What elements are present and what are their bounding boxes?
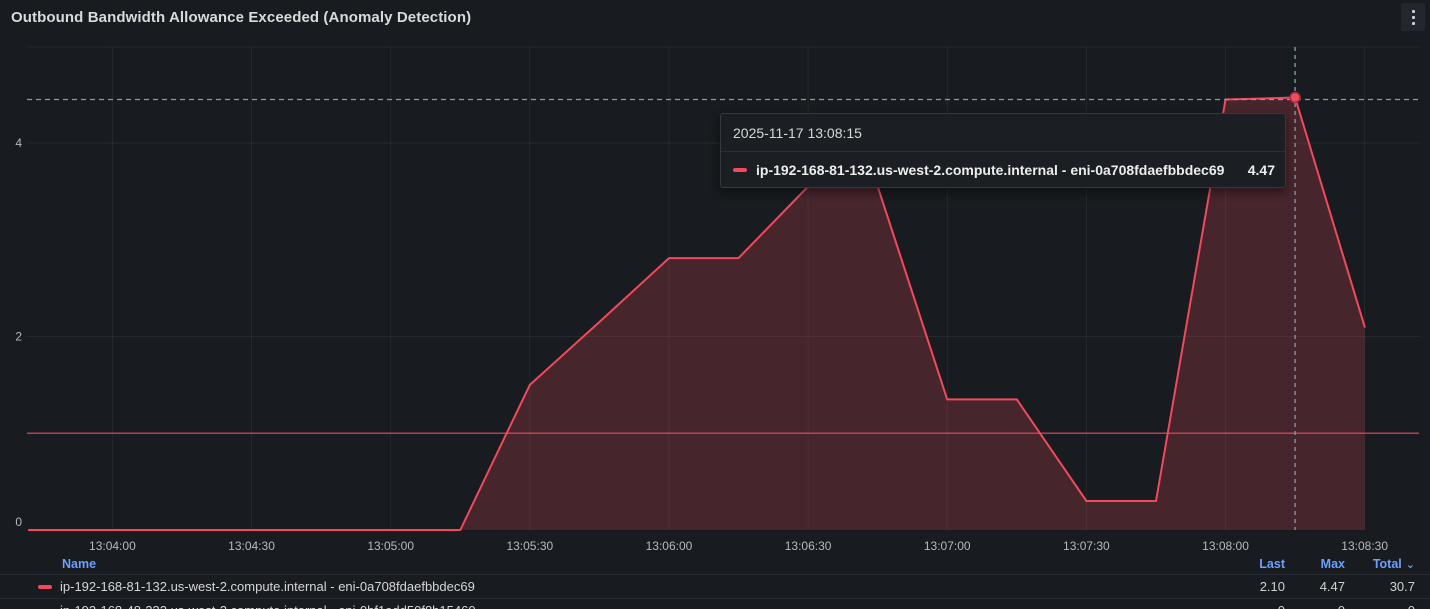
- legend-series-name-cell: ip-192-168-81-132.us-west-2.compute.inte…: [0, 579, 1225, 594]
- panel-header: Outbound Bandwidth Allowance Exceeded (A…: [0, 0, 1430, 34]
- kebab-menu-icon: [1412, 10, 1415, 13]
- svg-text:13:05:00: 13:05:00: [367, 539, 414, 553]
- legend-series-label[interactable]: ip-192-168-81-132.us-west-2.compute.inte…: [60, 579, 475, 594]
- hover-point-marker: [1290, 93, 1300, 103]
- legend-row: ip-192-168-81-132.us-west-2.compute.inte…: [0, 574, 1430, 598]
- legend-column-name[interactable]: Name: [0, 557, 1225, 571]
- legend-header-row: Name Last Max Total ⌄: [0, 553, 1430, 574]
- tooltip-timestamp: 2025-11-17 13:08:15: [721, 114, 1285, 152]
- svg-text:0: 0: [15, 515, 22, 529]
- legend-table: Name Last Max Total ⌄ ip-192-168-81-132.u…: [0, 553, 1430, 609]
- timeseries-chart[interactable]: 13:04:00 13:04:30 13:05:00 13:05:30 13:06:00…: [0, 0, 1430, 609]
- svg-text:13:04:00: 13:04:00: [89, 539, 136, 553]
- legend-max-value: 4.47: [1285, 579, 1345, 594]
- legend-total-value: 30.7: [1345, 579, 1415, 594]
- kebab-menu-icon: [1412, 16, 1415, 19]
- tooltip-series-label: ip-192-168-81-132.us-west-2.compute.inte…: [756, 162, 1224, 178]
- svg-text:13:07:00: 13:07:00: [924, 539, 971, 553]
- legend-last-value: 0: [1225, 603, 1285, 609]
- svg-text:2: 2: [15, 330, 22, 344]
- kebab-menu-icon: [1412, 22, 1415, 25]
- grafana-panel: Outbound Bandwidth Allowance Exceeded (A…: [0, 0, 1430, 609]
- x-axis-labels: 13:04:00 13:04:30 13:05:00 13:05:30 13:06:00…: [89, 539, 1388, 553]
- tooltip-series-value: 4.47: [1234, 162, 1275, 178]
- svg-text:13:08:00: 13:08:00: [1202, 539, 1249, 553]
- legend-row: ip-192-168-48-232.us-west-2.compute.inte…: [0, 598, 1430, 609]
- svg-text:13:07:30: 13:07:30: [1063, 539, 1110, 553]
- legend-series-label[interactable]: ip-192-168-48-232.us-west-2.compute.inte…: [60, 603, 476, 609]
- legend-last-value: 2.10: [1225, 579, 1285, 594]
- legend-series-name-cell: ip-192-168-48-232.us-west-2.compute.inte…: [0, 603, 1225, 609]
- legend-column-total-label: Total: [1373, 557, 1402, 571]
- y-axis-labels: 0 2 4: [15, 136, 22, 529]
- legend-column-last[interactable]: Last: [1225, 557, 1285, 571]
- svg-text:13:08:30: 13:08:30: [1341, 539, 1388, 553]
- svg-text:13:04:30: 13:04:30: [228, 539, 275, 553]
- svg-text:4: 4: [15, 136, 22, 150]
- chart-tooltip: 2025-11-17 13:08:15 ip-192-168-81-132.us…: [720, 113, 1286, 188]
- series-color-marker: [38, 585, 52, 589]
- svg-text:13:05:30: 13:05:30: [506, 539, 553, 553]
- legend-max-value: 0: [1285, 603, 1345, 609]
- panel-title: Outbound Bandwidth Allowance Exceeded (A…: [0, 9, 471, 26]
- svg-text:13:06:30: 13:06:30: [785, 539, 832, 553]
- legend-column-total[interactable]: Total ⌄: [1345, 557, 1415, 571]
- panel-menu-button[interactable]: [1401, 3, 1425, 31]
- legend-total-value: 0: [1345, 603, 1415, 609]
- legend-column-max[interactable]: Max: [1285, 557, 1345, 571]
- svg-text:13:06:00: 13:06:00: [646, 539, 693, 553]
- series-color-marker: [733, 168, 747, 172]
- tooltip-series-row: ip-192-168-81-132.us-west-2.compute.inte…: [721, 152, 1285, 188]
- chevron-down-icon: ⌄: [1406, 559, 1415, 571]
